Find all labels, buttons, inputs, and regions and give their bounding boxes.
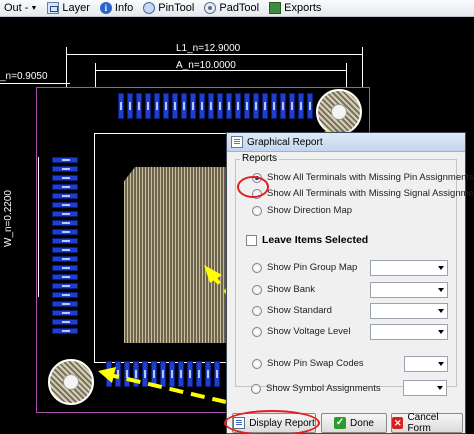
done-button[interactable]: ✓ Done <box>321 413 387 433</box>
pad-tool-icon <box>204 2 217 14</box>
radio-button[interactable] <box>252 262 262 273</box>
dropdown-arrow-icon <box>438 330 444 334</box>
checkbox[interactable] <box>246 234 257 246</box>
reports-group-label: Reports <box>240 153 280 164</box>
layer-icon <box>47 2 60 14</box>
menu-padtool[interactable]: PadTool <box>204 2 259 14</box>
reports-group: Reports Show All Terminals with Missing … <box>235 153 474 387</box>
radio-bank[interactable]: Show Bank <box>252 284 315 295</box>
pin-swap-codes-combo[interactable] <box>404 356 448 372</box>
radio-label: Show Standard <box>267 305 332 316</box>
menu-out-label: Out - <box>4 2 29 14</box>
voltage-level-combo[interactable] <box>370 324 448 340</box>
dropdown-arrow-icon <box>437 386 443 390</box>
cancel-form-button[interactable]: ✕ Cancel Form <box>391 412 463 434</box>
radio-button[interactable] <box>252 358 262 369</box>
menu-exports[interactable]: Exports <box>269 2 321 14</box>
menu-out[interactable]: Out - ▼ <box>4 2 37 14</box>
menu-pintool[interactable]: PinTool <box>143 2 194 14</box>
menu-exports-label: Exports <box>284 2 322 14</box>
chevron-down-icon: ▼ <box>30 4 38 12</box>
report-window-icon <box>231 136 243 148</box>
highlight-display-report <box>224 410 320 434</box>
radio-button[interactable] <box>252 305 262 316</box>
radio-button[interactable] <box>252 284 262 295</box>
radio-label: Show Bank <box>267 284 316 295</box>
arrow-head-mount-bottom <box>98 367 116 383</box>
radio-label: Show All Terminals with Missing Signal A… <box>267 188 474 199</box>
leave-items-selected-checkbox[interactable]: Leave Items Selected <box>246 234 368 246</box>
radio-missing-pin-assignments[interactable]: Show All Terminals with Missing Pin Assi… <box>252 172 474 183</box>
exports-icon <box>269 2 282 14</box>
radio-button[interactable] <box>252 205 262 216</box>
pin-group-map-combo[interactable] <box>370 260 448 276</box>
radio-button[interactable] <box>251 383 261 394</box>
radio-label: Show Symbol Assignments <box>266 383 381 394</box>
checkbox-label: Leave Items Selected <box>262 234 369 246</box>
dropdown-arrow-icon <box>438 309 444 313</box>
standard-combo[interactable] <box>370 303 448 319</box>
bank-combo[interactable] <box>370 282 448 298</box>
dropdown-arrow-icon <box>438 266 444 270</box>
radio-label: Show Pin Group Map <box>267 262 358 273</box>
menu-info-label: Info <box>114 2 134 14</box>
radio-button[interactable] <box>252 326 262 337</box>
dialog-titlebar[interactable]: Graphical Report <box>227 133 465 152</box>
radio-label: Show Direction Map <box>267 205 353 216</box>
pin-tool-icon <box>143 2 156 14</box>
radio-voltage-level[interactable]: Show Voltage Level <box>252 326 350 337</box>
cancel-icon: ✕ <box>392 417 404 429</box>
menu-layer-label: Layer <box>62 2 90 14</box>
menu-info[interactable]: i Info <box>99 2 134 14</box>
radio-standard[interactable]: Show Standard <box>252 305 332 316</box>
menu-padtool-label: PadTool <box>219 2 260 14</box>
menu-layer[interactable]: Layer <box>47 2 90 14</box>
radio-label: Show Pin Swap Codes <box>267 358 364 369</box>
highlight-radio-missing-pin <box>237 176 269 198</box>
dropdown-arrow-icon <box>438 288 444 292</box>
cancel-form-label: Cancel Form <box>407 412 439 434</box>
done-label: Done <box>350 417 374 429</box>
arrow-head-die <box>204 265 222 283</box>
menu-bar: Out - ▼ Layer i Info PinTool PadTool Exp… <box>0 0 474 17</box>
radio-pin-group-map[interactable]: Show Pin Group Map <box>252 262 357 273</box>
radio-direction-map[interactable]: Show Direction Map <box>252 205 352 216</box>
checkmark-icon: ✓ <box>334 417 347 429</box>
dropdown-arrow-icon <box>438 362 444 366</box>
radio-label: Show All Terminals with Missing Pin Assi… <box>267 172 474 183</box>
menu-pintool-label: PinTool <box>158 2 195 14</box>
radio-label: Show Voltage Level <box>267 326 351 337</box>
dialog-title: Graphical Report <box>247 136 323 148</box>
radio-symbol-assignments[interactable]: Show Symbol Assignments <box>251 383 381 394</box>
symbol-assignments-combo[interactable] <box>403 380 447 396</box>
radio-pin-swap-codes[interactable]: Show Pin Swap Codes <box>252 358 364 369</box>
info-icon: i <box>99 2 112 14</box>
radio-missing-signal-assignments[interactable]: Show All Terminals with Missing Signal A… <box>252 188 474 199</box>
